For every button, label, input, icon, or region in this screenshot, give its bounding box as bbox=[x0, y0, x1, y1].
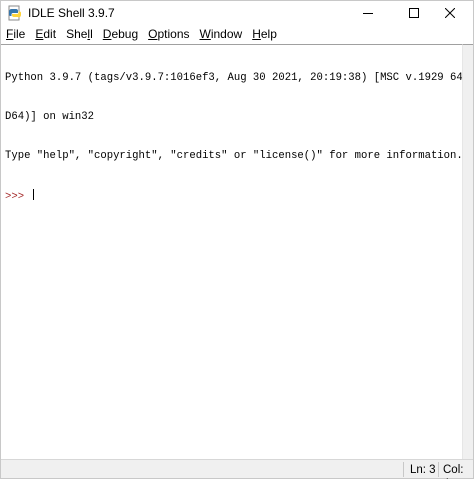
status-line-number: Ln: 3 bbox=[410, 464, 436, 476]
vertical-scrollbar[interactable] bbox=[462, 44, 473, 459]
minimize-button[interactable] bbox=[345, 1, 391, 25]
shell-prompt: >>> bbox=[5, 191, 31, 203]
menu-window-key: W bbox=[199, 27, 211, 41]
menu-window[interactable]: Window bbox=[195, 25, 248, 44]
menu-shell[interactable]: She l l bbox=[61, 25, 98, 44]
minimize-icon bbox=[363, 13, 373, 14]
maximize-icon bbox=[409, 8, 419, 18]
python-idle-icon bbox=[8, 5, 21, 21]
status-separator bbox=[403, 462, 404, 477]
menu-help-post: elp bbox=[260, 27, 277, 41]
menu-file-post: ile bbox=[13, 27, 26, 41]
title-bar[interactable]: IDLE Shell 3.9.7 bbox=[1, 1, 473, 25]
shell-text-area[interactable]: Python 3.9.7 (tags/v3.9.7:1016ef3, Aug 3… bbox=[1, 44, 462, 459]
window-title: IDLE Shell 3.9.7 bbox=[28, 6, 115, 20]
close-button[interactable] bbox=[427, 1, 473, 25]
menu-file-key: F bbox=[6, 27, 14, 41]
menu-edit-key: E bbox=[35, 27, 44, 41]
text-cursor bbox=[33, 189, 35, 200]
menu-shell-post: l bbox=[90, 27, 93, 41]
shell-output-line: Python 3.9.7 (tags/v3.9.7:1016ef3, Aug 3… bbox=[5, 72, 462, 84]
status-bar: Ln: 3 Col: 4 bbox=[1, 459, 473, 479]
menu-window-post: indow bbox=[210, 27, 243, 41]
menu-edit-post: dit bbox=[43, 27, 57, 41]
idle-shell-window: IDLE Shell 3.9.7 File Edit She l l Debug O… bbox=[0, 0, 474, 479]
menu-file[interactable]: File bbox=[1, 25, 30, 44]
menu-bar: File Edit She l l Debug Options Window Hel… bbox=[1, 25, 473, 44]
menu-options-post: ptions bbox=[157, 27, 190, 41]
menu-debug-key: D bbox=[102, 27, 112, 41]
status-separator bbox=[438, 462, 439, 477]
menu-debug[interactable]: Debug bbox=[98, 25, 143, 44]
menu-debug-post: ebug bbox=[111, 27, 139, 41]
close-icon bbox=[445, 8, 455, 18]
menu-shell-pre: She bbox=[66, 27, 88, 41]
status-column-number: Col: 4 bbox=[443, 464, 464, 479]
menu-edit[interactable]: Edit bbox=[30, 25, 61, 44]
menu-options[interactable]: Options bbox=[143, 25, 194, 44]
menu-help[interactable]: Help bbox=[247, 25, 282, 44]
shell-output-line: Type "help", "copyright", "credits" or "… bbox=[5, 150, 462, 162]
shell-output-line: D64)] on win32 bbox=[5, 111, 95, 123]
shell-prompt-line: >>> bbox=[5, 189, 462, 203]
menu-options-key: O bbox=[148, 27, 158, 41]
menu-help-key: H bbox=[252, 27, 261, 41]
